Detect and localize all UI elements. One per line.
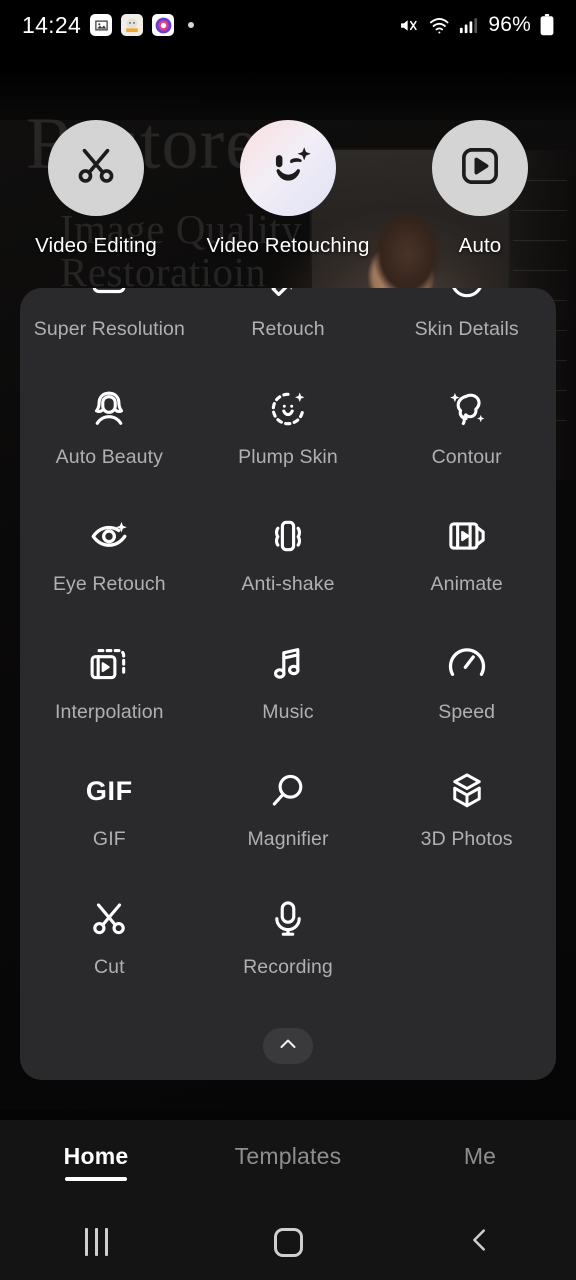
status-clock: 14:24 — [22, 11, 82, 38]
back-icon — [465, 1225, 495, 1260]
tool-magnifier[interactable]: Magnifier — [199, 738, 378, 866]
tool-label: Magnifier — [247, 828, 329, 850]
tool-label: Skin Details — [414, 318, 519, 340]
tool-label: Anti-shake — [241, 573, 335, 595]
status-bar-left: 14:24 — [22, 11, 195, 39]
scissors-icon — [20, 896, 199, 942]
camera-app-icon — [152, 14, 175, 36]
gif-glyph: GIF — [85, 775, 133, 806]
skin-details-icon — [377, 288, 556, 304]
recents-icon — [84, 1228, 108, 1256]
tool-label: Auto Beauty — [55, 445, 163, 468]
tool-3d-photos[interactable]: 3D Photos — [377, 738, 556, 866]
bottom-tab-bar: Home Templates Me — [0, 1120, 576, 1204]
tool-label: Eye Retouch — [52, 573, 166, 595]
tool-label: Music — [262, 700, 314, 723]
tool-contour[interactable]: Contour — [377, 356, 556, 484]
tool-cut[interactable]: Cut — [20, 866, 199, 994]
tool-gif[interactable]: GIF GIF — [20, 738, 199, 866]
video-retouching-label: Video Retouching — [206, 234, 370, 257]
mute-icon — [398, 15, 419, 36]
tool-speed[interactable]: Speed — [377, 611, 556, 739]
tool-recording[interactable]: Recording — [199, 866, 378, 994]
plump-skin-icon — [199, 386, 378, 432]
tools-panel: Super Resolution Retouch Skin Details Au… — [20, 288, 556, 1080]
dot-indicator — [188, 22, 195, 28]
tab-active-indicator — [65, 1177, 127, 1181]
tool-label: Interpolation — [55, 700, 164, 723]
home-button[interactable] — [192, 1227, 384, 1257]
tool-label: Animate — [430, 573, 503, 595]
tool-label: Plump Skin — [238, 445, 338, 468]
tool-label: Contour — [431, 445, 502, 468]
auto-beauty-icon — [20, 386, 199, 432]
tab-me[interactable]: Me — [384, 1143, 576, 1181]
tool-interpolation[interactable]: Interpolation — [20, 611, 199, 739]
action-auto[interactable]: Auto — [384, 120, 576, 258]
auto-button[interactable] — [432, 120, 528, 216]
battery-icon — [540, 14, 554, 36]
microphone-icon — [199, 896, 378, 942]
tab-label: Templates — [234, 1143, 342, 1169]
tool-retouch[interactable]: Retouch — [199, 288, 378, 356]
wifi-icon — [428, 15, 450, 35]
tool-label: Recording — [243, 955, 333, 978]
tab-templates[interactable]: Templates — [192, 1143, 384, 1181]
tool-super-resolution[interactable]: Super Resolution — [20, 288, 199, 356]
scissors-icon — [73, 143, 119, 194]
tool-auto-beauty[interactable]: Auto Beauty — [20, 356, 199, 484]
contour-icon — [377, 386, 556, 432]
tool-label: 3D Photos — [420, 828, 513, 850]
tool-eye-retouch[interactable]: Eye Retouch — [20, 483, 199, 611]
tool-animate[interactable]: Animate — [377, 483, 556, 611]
recents-button[interactable] — [0, 1228, 192, 1256]
interpolation-icon — [20, 641, 199, 687]
tool-anti-shake[interactable]: Anti-shake — [199, 483, 378, 611]
tools-grid: Super Resolution Retouch Skin Details Au… — [20, 288, 556, 993]
back-button[interactable] — [384, 1225, 576, 1260]
eye-retouch-icon — [20, 513, 199, 559]
action-video-editing[interactable]: Video Editing — [0, 120, 192, 258]
tab-label: Home — [63, 1143, 129, 1169]
tool-music[interactable]: Music — [199, 611, 378, 739]
magic-wand-sparkle-icon — [199, 288, 378, 304]
super-resolution-icon — [20, 288, 199, 304]
home-icon — [273, 1227, 303, 1257]
tool-label: GIF — [92, 828, 126, 850]
anti-shake-icon — [199, 513, 378, 559]
speedometer-icon — [377, 641, 556, 687]
tab-label: Me — [463, 1143, 497, 1169]
animate-icon — [377, 513, 556, 559]
signal-icon — [459, 15, 479, 35]
chevron-up-icon — [276, 1032, 300, 1061]
magnifier-icon — [199, 768, 378, 814]
cube-3d-icon — [377, 768, 556, 814]
character-app-icon — [121, 14, 144, 36]
status-bar-right: 96% — [398, 13, 554, 37]
play-square-icon — [458, 144, 502, 193]
tool-label: Speed — [438, 700, 496, 723]
collapse-row — [20, 1028, 556, 1064]
top-action-row: Video Editing Video Retouching Auto — [0, 120, 576, 258]
gif-text-icon: GIF — [20, 768, 199, 814]
wink-face-icon — [259, 137, 317, 200]
video-retouching-button[interactable] — [240, 120, 336, 216]
action-video-retouching[interactable]: Video Retouching — [192, 120, 384, 258]
video-editing-button[interactable] — [48, 120, 144, 216]
system-navigation-bar — [0, 1204, 576, 1280]
tool-plump-skin[interactable]: Plump Skin — [199, 356, 378, 484]
gallery-icon — [90, 14, 113, 36]
auto-label: Auto — [458, 234, 502, 257]
tool-label: Cut — [94, 955, 125, 978]
battery-percent: 96% — [488, 13, 531, 36]
phone-screen: Restore Image Quality Restoratioin 14:24 — [0, 0, 576, 1280]
tool-label: Retouch — [251, 318, 325, 340]
collapse-panel-button[interactable] — [263, 1028, 313, 1064]
tool-label: Super Resolution — [33, 318, 185, 340]
tab-home[interactable]: Home — [0, 1143, 192, 1181]
tool-skin-details[interactable]: Skin Details — [377, 288, 556, 356]
status-bar: 14:24 96% — [0, 0, 576, 50]
music-note-icon — [199, 641, 378, 687]
video-editing-label: Video Editing — [35, 234, 157, 257]
